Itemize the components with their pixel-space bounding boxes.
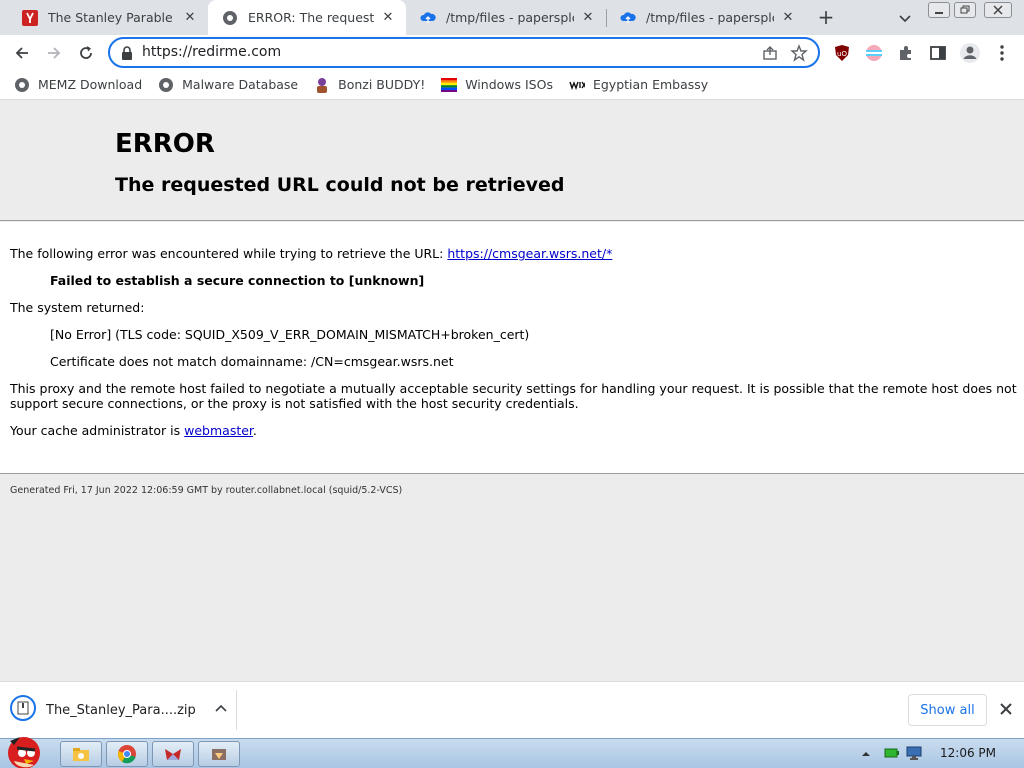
show-all-button[interactable]: Show all bbox=[908, 694, 987, 726]
close-icon[interactable]: ✕ bbox=[580, 10, 596, 26]
share-icon[interactable] bbox=[762, 45, 778, 65]
intro-text: The following error was encountered whil… bbox=[10, 246, 444, 261]
page-title: ERROR bbox=[115, 129, 215, 159]
bookmark-label: Bonzi BUDDY! bbox=[338, 77, 426, 92]
bookmark-label: Malware Database bbox=[182, 77, 299, 92]
bookmark-label: Windows ISOs bbox=[465, 77, 553, 92]
failure-message: Failed to establish a secure connection … bbox=[50, 273, 425, 288]
tray-chevron-icon[interactable] bbox=[861, 748, 871, 763]
system-clock[interactable]: 12:06 PM bbox=[940, 746, 996, 760]
page-viewport: ERROR The requested URL could not be ret… bbox=[0, 101, 1024, 681]
yandex-y-icon bbox=[22, 9, 38, 26]
admin-suffix: . bbox=[252, 423, 257, 438]
chevron-up-icon[interactable] bbox=[214, 701, 228, 719]
start-button-angry-bird-icon[interactable] bbox=[0, 731, 52, 768]
taskbar-chrome-icon[interactable] bbox=[106, 741, 148, 767]
zip-file-icon bbox=[10, 695, 36, 725]
taskbar-app-icon[interactable] bbox=[152, 741, 194, 767]
bookmark-memz-download[interactable]: MEMZ Download bbox=[14, 77, 142, 93]
shelf-divider bbox=[236, 690, 237, 730]
download-item[interactable]: The_Stanley_Para....zip bbox=[10, 692, 228, 728]
wix-icon bbox=[569, 77, 585, 93]
downloads-shelf: The_Stanley_Para....zip Show all bbox=[0, 681, 1024, 738]
tab-error-page[interactable]: ERROR: The requested URL could not be re… bbox=[208, 0, 406, 35]
globe-icon bbox=[14, 77, 30, 93]
bookmark-windows-isos[interactable]: Windows ISOs bbox=[441, 77, 553, 93]
tab-title: ERROR: The requested URL could not be re… bbox=[248, 10, 374, 25]
rainbow-flag-icon bbox=[441, 77, 458, 93]
tab-stanley-parable[interactable]: The Stanley Parable v1.4 ✕ bbox=[8, 0, 208, 35]
new-tab-button[interactable]: + bbox=[815, 7, 837, 29]
cloud-upload-icon bbox=[620, 10, 636, 26]
tab-title: The Stanley Parable v1.4 bbox=[48, 10, 176, 25]
cert-mismatch-text: Certificate does not match domainname: /… bbox=[50, 354, 454, 369]
network-monitor-icon[interactable] bbox=[906, 745, 922, 765]
lock-icon[interactable] bbox=[120, 45, 134, 65]
bookmarks-bar: MEMZ Download Malware Database Bonzi BUD… bbox=[0, 70, 1024, 100]
explanation-line-2: support secure connections, or the proxy… bbox=[10, 396, 579, 411]
minimize-button[interactable] bbox=[928, 2, 950, 18]
close-icon[interactable] bbox=[997, 700, 1015, 718]
tls-error-text: [No Error] (TLS code: SQUID_X509_V_ERR_D… bbox=[50, 327, 530, 342]
tab-tmp-files-1[interactable]: /tmp/files - paperspleasezip ✕ bbox=[406, 0, 606, 35]
url-text[interactable]: https://redirme.com bbox=[142, 44, 281, 60]
restore-button[interactable] bbox=[954, 2, 976, 18]
bookmark-malware-database[interactable]: Malware Database bbox=[158, 77, 298, 93]
close-icon[interactable]: ✕ bbox=[380, 10, 396, 26]
admin-prefix: Your cache administrator is bbox=[10, 423, 181, 438]
tab-title: /tmp/files - paperspleasezip bbox=[646, 10, 774, 25]
generated-footer: Generated Fri, 17 Jun 2022 12:06:59 GMT … bbox=[10, 485, 403, 496]
svg-text:uO: uO bbox=[837, 50, 847, 58]
tab-strip: The Stanley Parable v1.4 ✕ ERROR: The re… bbox=[0, 0, 1024, 35]
taskbar: 12:06 PM bbox=[0, 737, 1024, 768]
reload-button[interactable] bbox=[73, 40, 99, 66]
admin-line: Your cache administrator is webmaster. bbox=[10, 423, 257, 438]
chevron-down-icon[interactable] bbox=[896, 9, 914, 27]
bookmark-bonzi-buddy[interactable]: Bonzi BUDDY! bbox=[314, 77, 425, 93]
forward-button[interactable] bbox=[41, 40, 67, 66]
kebab-menu-icon[interactable] bbox=[989, 40, 1015, 66]
close-icon[interactable]: ✕ bbox=[780, 10, 796, 26]
error-content: The following error was encountered whil… bbox=[0, 222, 1024, 474]
taskbar-explorer-icon[interactable] bbox=[60, 741, 102, 767]
globe-icon bbox=[222, 10, 238, 26]
bookmark-label: MEMZ Download bbox=[38, 77, 143, 92]
trans-flag-extension-icon[interactable] bbox=[861, 40, 887, 66]
explanation-line-1: This proxy and the remote host failed to… bbox=[10, 381, 1017, 396]
browser-toolbar: https://redirme.com uO bbox=[0, 35, 1024, 70]
webmaster-link[interactable]: webmaster bbox=[184, 423, 253, 438]
back-button[interactable] bbox=[9, 40, 35, 66]
profile-avatar-icon[interactable] bbox=[957, 40, 983, 66]
tab-tmp-files-2[interactable]: /tmp/files - paperspleasezip ✕ bbox=[606, 0, 806, 35]
bonzi-icon bbox=[314, 77, 330, 93]
star-icon[interactable] bbox=[790, 44, 808, 66]
error-title-band: ERROR The requested URL could not be ret… bbox=[0, 101, 1024, 221]
close-icon[interactable]: ✕ bbox=[182, 10, 198, 26]
address-bar[interactable]: https://redirme.com bbox=[108, 37, 820, 68]
ublock-icon[interactable]: uO bbox=[829, 40, 855, 66]
taskbar-game-icon[interactable] bbox=[198, 741, 240, 767]
system-returned-label: The system returned: bbox=[10, 300, 145, 315]
side-panel-icon[interactable] bbox=[925, 40, 951, 66]
cloud-upload-icon bbox=[420, 10, 436, 26]
battery-icon[interactable] bbox=[884, 747, 900, 763]
puzzle-icon[interactable] bbox=[893, 40, 919, 66]
globe-icon bbox=[158, 77, 174, 93]
page-subtitle: The requested URL could not be retrieved bbox=[115, 174, 565, 196]
download-filename: The_Stanley_Para....zip bbox=[46, 702, 196, 718]
intro-line: The following error was encountered whil… bbox=[10, 246, 612, 261]
tab-title: /tmp/files - paperspleasezip bbox=[446, 10, 574, 25]
bookmark-egyptian-embassy[interactable]: Egyptian Embassy bbox=[569, 77, 708, 93]
close-window-button[interactable] bbox=[984, 2, 1012, 18]
bookmark-label: Egyptian Embassy bbox=[592, 77, 709, 92]
requested-url-link[interactable]: https://cmsgear.wsrs.net/* bbox=[447, 246, 612, 261]
